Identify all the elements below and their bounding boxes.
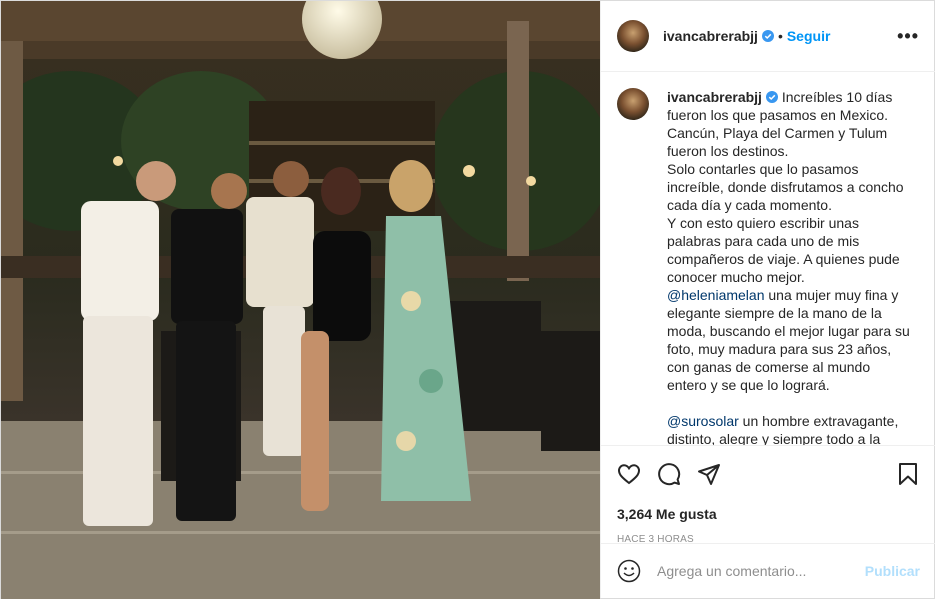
follow-button[interactable]: Seguir <box>787 28 831 44</box>
caption-line: Solo contarles que lo pasamos <box>667 161 859 177</box>
caption-line: cada día y cada momento. <box>667 197 832 213</box>
action-icons <box>617 460 920 488</box>
publish-button[interactable]: Publicar <box>865 563 920 579</box>
caption: ivancabrerabjj Increíbles 10 días fueron… <box>617 88 919 445</box>
caption-avatar[interactable] <box>617 88 649 120</box>
caption-text: ivancabrerabjj Increíbles 10 días fueron… <box>667 88 911 445</box>
comment-icon[interactable] <box>657 462 681 486</box>
actions-bar: 3,264 Me gusta HACE 3 HORAS <box>601 445 935 545</box>
caption-line: fueron los destinos. <box>667 143 789 159</box>
header-username[interactable]: ivancabrerabjj <box>663 28 758 44</box>
mention-link[interactable]: @surosolar <box>667 413 739 429</box>
caption-username[interactable]: ivancabrerabjj <box>667 89 762 105</box>
bookmark-icon[interactable] <box>896 462 920 486</box>
caption-line: increíble, donde disfrutamos a concho <box>667 179 904 195</box>
caption-line: Increíbles 10 días <box>781 89 893 105</box>
post-header: ivancabrerabjj • Seguir ••• <box>601 1 935 72</box>
heart-icon[interactable] <box>617 462 641 486</box>
share-icon[interactable] <box>697 462 721 486</box>
instagram-post: ivancabrerabjj • Seguir ••• ivancabrerab… <box>0 0 935 599</box>
caption-line: compañeros de viaje. A quienes pude <box>667 251 900 267</box>
post-photo[interactable] <box>1 1 600 599</box>
comments-section: ivancabrerabjj Increíbles 10 días fueron… <box>601 72 935 445</box>
separator-dot: • <box>777 28 783 44</box>
caption-line: Cancún, Playa del Carmen y Tulum <box>667 125 888 141</box>
caption-line: conocer mucho mejor. <box>667 269 805 285</box>
likes-count[interactable]: 3,264 Me gusta <box>617 506 920 522</box>
add-comment-bar: Publicar <box>601 543 935 598</box>
emoji-icon[interactable] <box>617 559 641 583</box>
mention-link[interactable]: @heleniamelan <box>667 287 765 303</box>
avatar[interactable] <box>617 20 649 52</box>
comment-input[interactable] <box>657 563 865 579</box>
verified-badge-icon <box>761 30 774 42</box>
caption-line: fueron los que pasamos en Mexico. <box>667 107 889 123</box>
verified-badge-icon <box>765 91 778 103</box>
more-options-icon[interactable]: ••• <box>897 26 919 47</box>
caption-line: Y con esto quiero escribir unas <box>667 215 859 231</box>
post-sidebar: ivancabrerabjj • Seguir ••• ivancabrerab… <box>600 1 935 598</box>
caption-line: palabras para cada uno de mis <box>667 233 860 249</box>
